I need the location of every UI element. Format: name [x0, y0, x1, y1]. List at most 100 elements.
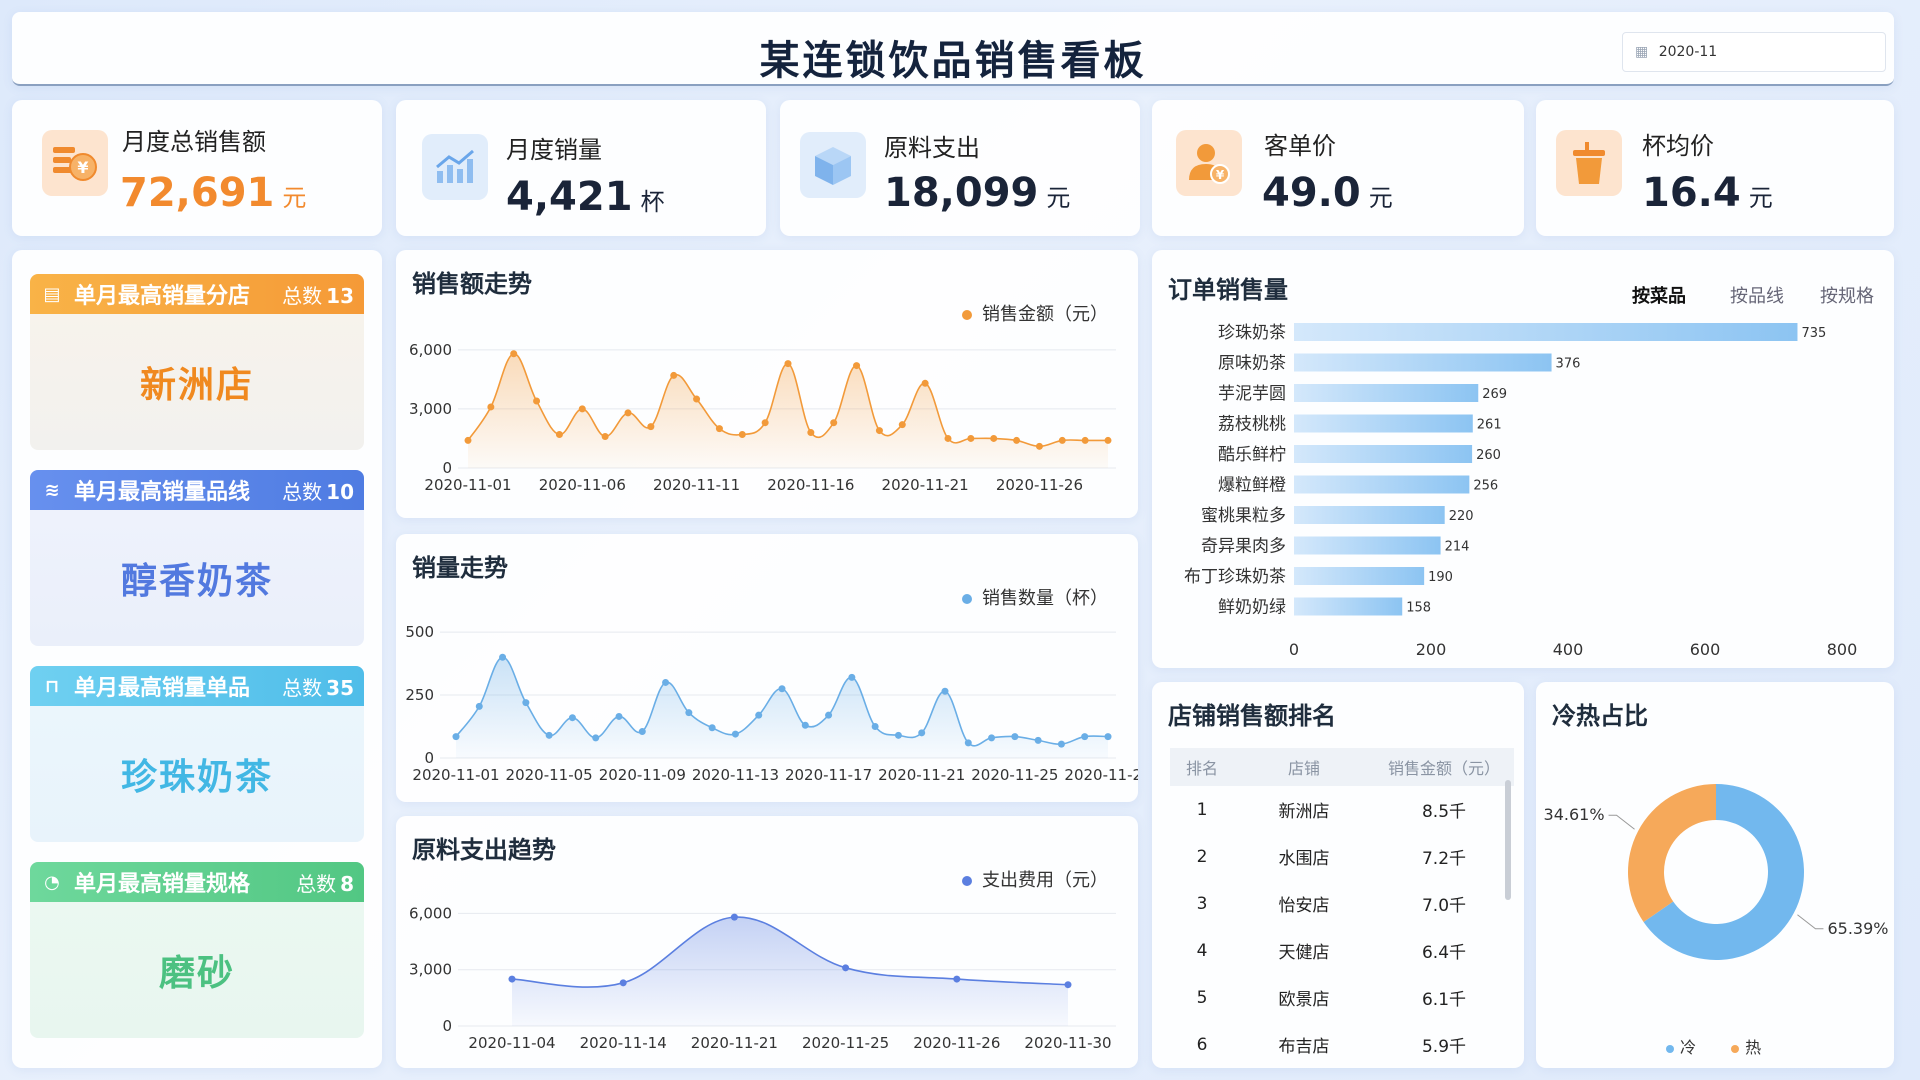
rank-box-value: 磨砂: [30, 902, 364, 1038]
rank-box-item: ⊓ 单月最高销量单品 总数 35 珍珠奶茶: [30, 666, 364, 842]
x-tick-label: 2020-11-26: [913, 1034, 1000, 1052]
x-tick-label: 2020-11-14: [580, 1034, 667, 1052]
slice-label: 65.39%: [1827, 919, 1888, 938]
y-tick-label: 6,000: [409, 341, 452, 359]
data-point: [848, 673, 856, 681]
donut-legend: 冷 热: [1666, 1034, 1761, 1058]
bar-value-label: 220: [1449, 509, 1474, 524]
amount-cell: 6.1千: [1421, 990, 1467, 1010]
bar-value-label: 269: [1482, 387, 1507, 402]
table-scrollbar[interactable]: [1505, 780, 1511, 900]
order-volume-chart: 珍珠奶茶 735 原味奶茶 376 芋泥芋圆 269 荔枝桃桃 261 酷乐鲜柠 260 爆粒鲜橙 2…: [1184, 323, 1857, 659]
data-point: [1104, 436, 1112, 444]
rank-box-value: 珍珠奶茶: [30, 706, 364, 842]
x-tick-label: 2020-11-01: [412, 766, 499, 784]
volume-trend-card: 销量走势 销售数量（杯） 0 250 500 2020-11-01 2020-11-05…: [396, 534, 1138, 802]
table-row[interactable]: 2 水围店 7.2千: [1170, 833, 1514, 880]
bar: [1294, 384, 1479, 402]
x-tick-label: 2020-11-01: [424, 476, 511, 494]
data-point: [615, 712, 623, 720]
bar: [1294, 567, 1425, 585]
category-label: 荔枝桃桃: [1218, 415, 1286, 435]
data-point: [953, 975, 961, 983]
category-label: 鲜奶奶绿: [1218, 598, 1286, 618]
rank-cell: 4: [1196, 940, 1208, 961]
kpi-value: 16.4 元: [1642, 170, 1773, 216]
bar-value-label: 256: [1473, 479, 1498, 494]
data-point: [894, 731, 902, 739]
data-point: [715, 425, 723, 433]
bar-value-label: 214: [1445, 540, 1470, 555]
rank-box-header: ◔ 单月最高销量规格 总数 8: [30, 862, 364, 902]
column-header-amount[interactable]: 销售金额（元）: [1374, 755, 1514, 779]
table-row[interactable]: 5 欧景店 6.1千: [1170, 974, 1514, 1021]
x-tick-label: 2020-11-09: [599, 766, 686, 784]
store-cell: 天健店: [1278, 943, 1330, 963]
data-point: [1064, 981, 1072, 989]
category-label: 原味奶茶: [1218, 354, 1286, 374]
table-row[interactable]: 3 怡安店 7.0千: [1170, 880, 1514, 927]
column-header-rank[interactable]: 排名: [1170, 755, 1234, 779]
data-point: [1057, 740, 1065, 748]
bar-value-label: 158: [1406, 601, 1431, 616]
store-cell: 新洲店: [1278, 802, 1330, 822]
cost-trend-card: 原料支出趋势 支出费用（元） 0 3,000 6,000 2020-11-04 2020…: [396, 816, 1138, 1068]
rank-box-total: 总数 8: [296, 871, 354, 896]
page-title: 某连锁饮品销售看板: [759, 38, 1147, 84]
category-label: 布丁珍珠奶茶: [1184, 567, 1286, 587]
month-picker-value: 2020-11: [1658, 44, 1718, 60]
data-point: [1013, 436, 1021, 444]
data-point: [964, 739, 972, 747]
data-point: [1034, 736, 1042, 744]
data-point: [619, 979, 627, 987]
data-point: [778, 685, 786, 693]
data-point: [1035, 442, 1043, 450]
rank-box-value: 新洲店: [30, 314, 364, 450]
data-point: [738, 431, 746, 439]
column-header-store[interactable]: 店铺: [1234, 755, 1374, 779]
y-tick-label: 0: [442, 459, 452, 477]
x-tick-label: 200: [1416, 640, 1447, 659]
bar: [1294, 475, 1470, 494]
hot-cold-card: 冷热占比 65.39% 34.61% 冷 热: [1536, 682, 1894, 1068]
series-area: [456, 657, 1108, 758]
category-label: 蜜桃果粒多: [1201, 506, 1286, 526]
data-point: [807, 429, 815, 437]
rank-box-title: 单月最高销量品线: [74, 480, 251, 505]
x-tick-label: 2020-11-04: [468, 1034, 555, 1052]
y-tick-label: 250: [405, 686, 434, 704]
data-point: [967, 434, 975, 442]
data-point: [801, 721, 809, 729]
data-point: [988, 734, 996, 742]
kpi-card-customer-price: ¥ 客单价 49.0 元: [1152, 100, 1524, 236]
x-tick-label: 2020-11-21: [691, 1034, 778, 1052]
layers-icon: ≋: [44, 479, 60, 501]
table-row[interactable]: 4 天健店 6.4千: [1170, 927, 1514, 974]
svg-text:¥: ¥: [1216, 168, 1225, 182]
data-point: [475, 702, 483, 710]
table-header: 排名 店铺 销售金额（元）: [1170, 748, 1514, 786]
x-tick-label: 2020-11-26: [996, 476, 1083, 494]
y-tick-label: 3,000: [409, 961, 452, 979]
table-row[interactable]: 6 布吉店 5.9千: [1170, 1021, 1514, 1068]
x-tick-label: 2020-11-06: [539, 476, 626, 494]
kpi-label: 客单价: [1264, 132, 1336, 160]
series-area: [512, 917, 1068, 1026]
x-tick-label: 2020-11-13: [692, 766, 779, 784]
bar-value-label: 735: [1801, 326, 1826, 341]
label-leader-line: [1797, 914, 1824, 930]
table-row[interactable]: 1 新洲店 8.5千: [1170, 786, 1514, 833]
data-point: [825, 711, 833, 719]
rank-box-spec: ◔ 单月最高销量规格 总数 8 磨砂: [30, 862, 364, 1038]
rank-box-total: 总数 35: [282, 675, 354, 700]
kpi-card-total-sales: ¥ 月度总销售额 72,691 元: [12, 100, 382, 236]
x-tick-label: 2020-11-05: [506, 766, 593, 784]
data-point: [898, 421, 906, 429]
x-tick-label: 2020-11-17: [785, 766, 872, 784]
data-point: [1104, 733, 1112, 741]
cost-trend-chart: 0 3,000 6,000 2020-11-04 2020-11-14 2020-11-2…: [409, 904, 1116, 1052]
data-point: [533, 397, 541, 405]
pie-icon: ◔: [44, 871, 60, 893]
x-tick-label: 0: [1289, 640, 1299, 659]
month-picker[interactable]: ▦ 2020-11: [1622, 32, 1886, 72]
